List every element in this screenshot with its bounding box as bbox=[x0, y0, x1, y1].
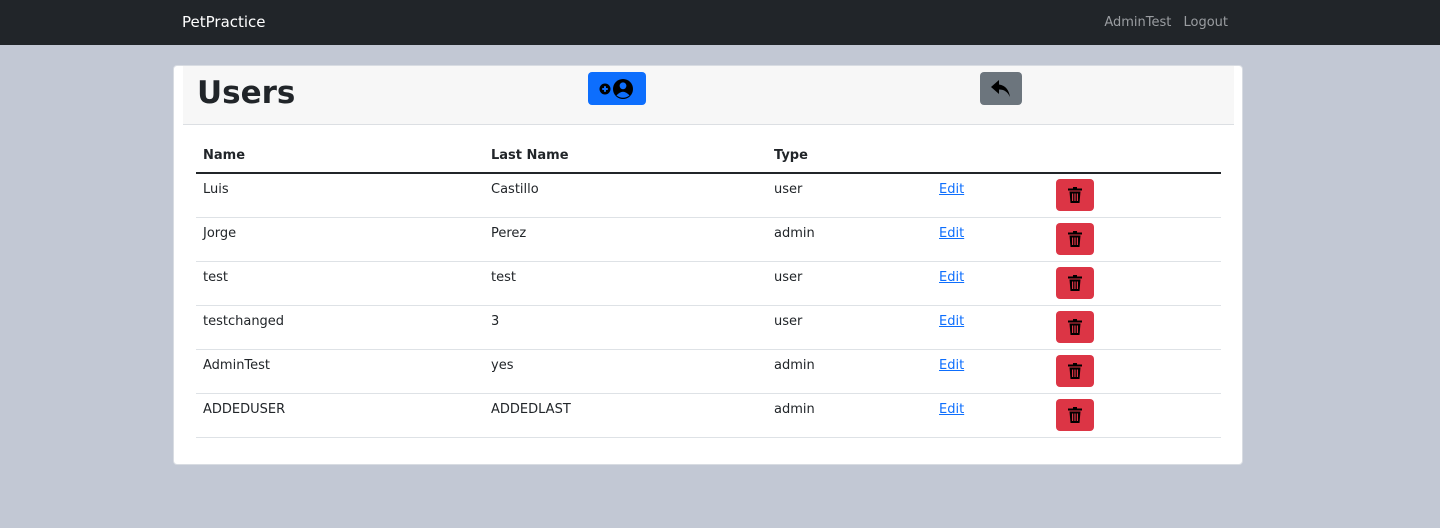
nav-right: AdminTest Logout bbox=[1096, 15, 1228, 30]
page-title: Users bbox=[197, 75, 296, 111]
cell-last-name: 3 bbox=[484, 305, 767, 350]
brand-link[interactable]: PetPractice bbox=[182, 13, 266, 31]
trash-icon bbox=[1068, 362, 1082, 379]
delete-button[interactable] bbox=[1056, 310, 1094, 343]
edit-link[interactable]: Edit bbox=[939, 226, 964, 241]
table-header-row: Name Last Name Type bbox=[196, 138, 1221, 174]
users-table: Name Last Name Type Luis Castillo user E… bbox=[196, 138, 1221, 438]
users-card: Users Name Last Name Type Luis Castillo … bbox=[173, 65, 1243, 465]
trash-icon bbox=[1068, 187, 1082, 203]
edit-link[interactable]: Edit bbox=[939, 358, 964, 373]
trash-icon bbox=[1068, 230, 1082, 247]
card-header: Users bbox=[183, 66, 1234, 125]
delete-button[interactable] bbox=[1056, 398, 1094, 431]
add-user-icon bbox=[599, 78, 633, 99]
column-header-name: Name bbox=[196, 138, 484, 174]
navbar: PetPractice AdminTest Logout bbox=[0, 0, 1440, 45]
add-user-button[interactable] bbox=[588, 72, 646, 105]
table-row: Jorge Perez admin Edit bbox=[196, 217, 1221, 262]
cell-last-name: yes bbox=[484, 349, 767, 394]
cell-name: AdminTest bbox=[196, 349, 484, 394]
column-header-type: Type bbox=[767, 138, 932, 174]
cell-type: admin bbox=[767, 217, 932, 262]
cell-type: admin bbox=[767, 349, 932, 394]
cell-name: Jorge bbox=[196, 217, 484, 262]
edit-link[interactable]: Edit bbox=[939, 314, 964, 329]
nav-username-link[interactable]: AdminTest bbox=[1104, 15, 1171, 30]
cell-name: Luis bbox=[196, 173, 484, 218]
edit-link[interactable]: Edit bbox=[939, 402, 964, 417]
logout-link[interactable]: Logout bbox=[1183, 15, 1228, 30]
delete-button[interactable] bbox=[1056, 179, 1094, 211]
table-row: testchanged 3 user Edit bbox=[196, 305, 1221, 350]
delete-button[interactable] bbox=[1056, 222, 1094, 255]
column-header-delete bbox=[1049, 138, 1221, 174]
cell-last-name: Castillo bbox=[484, 173, 767, 218]
cell-type: user bbox=[767, 173, 932, 218]
edit-link[interactable]: Edit bbox=[939, 270, 964, 285]
trash-icon bbox=[1068, 274, 1082, 291]
column-header-last-name: Last Name bbox=[484, 138, 767, 174]
cell-name: testchanged bbox=[196, 305, 484, 350]
delete-button[interactable] bbox=[1056, 354, 1094, 387]
back-button[interactable] bbox=[980, 72, 1022, 105]
table-row: AdminTest yes admin Edit bbox=[196, 349, 1221, 394]
trash-icon bbox=[1068, 318, 1082, 335]
edit-link[interactable]: Edit bbox=[939, 182, 964, 197]
cell-last-name: Perez bbox=[484, 217, 767, 262]
cell-type: user bbox=[767, 305, 932, 350]
cell-type: user bbox=[767, 261, 932, 306]
cell-name: ADDEDUSER bbox=[196, 393, 484, 438]
table-row: ADDEDUSER ADDEDLAST admin Edit bbox=[196, 393, 1221, 438]
cell-name: test bbox=[196, 261, 484, 306]
delete-button[interactable] bbox=[1056, 266, 1094, 299]
cell-last-name: test bbox=[484, 261, 767, 306]
reply-arrow-icon bbox=[991, 79, 1010, 97]
trash-icon bbox=[1068, 406, 1082, 423]
table-row: test test user Edit bbox=[196, 261, 1221, 306]
table-row: Luis Castillo user Edit bbox=[196, 173, 1221, 218]
cell-type: admin bbox=[767, 393, 932, 438]
cell-last-name: ADDEDLAST bbox=[484, 393, 767, 438]
column-header-edit bbox=[932, 138, 1049, 174]
